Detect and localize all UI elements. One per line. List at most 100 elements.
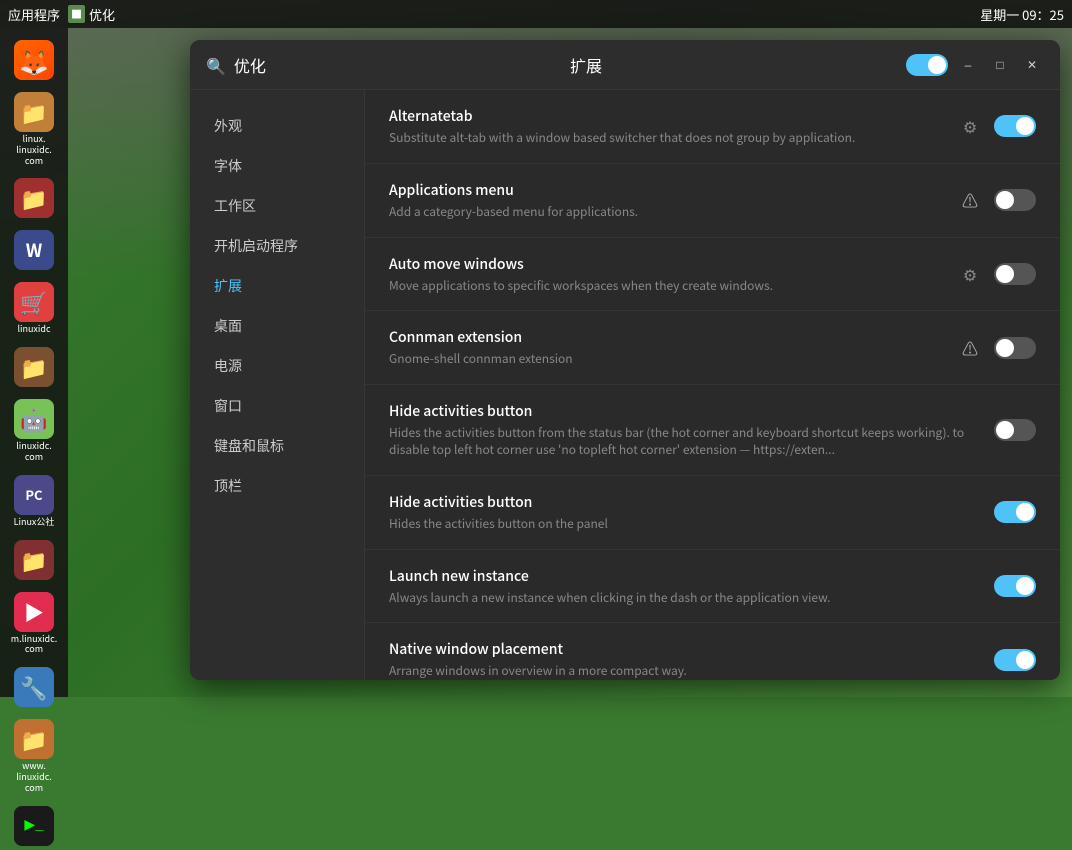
sidebar-item-fonts[interactable]: 字体 <box>190 146 364 186</box>
extension-connman-desc: Gnome-shell connman extension <box>389 351 940 368</box>
sidebar-item-extensions[interactable]: 扩展 <box>190 266 364 306</box>
sidebar-item-workspaces[interactable]: 工作区 <box>190 186 364 226</box>
search-icon[interactable]: 🔍 <box>206 53 226 77</box>
extension-launch-new-desc: Always launch a new instance when clicki… <box>389 590 978 607</box>
section-title: 扩展 <box>570 53 602 77</box>
terminal-icon: ▶_ <box>14 806 54 846</box>
sidebar-item-windows[interactable]: 窗口 <box>190 386 364 426</box>
dock-item-folder-www[interactable]: 📁 www.linuxidc.com <box>5 715 63 797</box>
global-toggle[interactable] <box>906 54 948 76</box>
window-controls: – □ ✕ <box>906 53 1044 77</box>
dock-item-pc[interactable]: PC Linux公社 <box>5 471 63 532</box>
dock-item-folder-red[interactable]: 📁 <box>5 174 63 222</box>
extension-launch-new-title: Launch new instance <box>389 566 978 586</box>
close-button[interactable]: ✕ <box>1020 53 1044 77</box>
optimize-label: 优化 <box>89 5 115 24</box>
restore-button[interactable]: □ <box>988 53 1012 77</box>
extension-alternatetab-controls: ⚙ <box>956 112 1036 140</box>
pc-icon: PC <box>14 475 54 515</box>
extension-native-window-desc: Arrange windows in overview in a more co… <box>389 663 978 680</box>
extension-hide-activities-2: Hide activities button Hides the activit… <box>365 476 1060 550</box>
extension-applications-menu-info: Applications menu Add a category-based m… <box>389 180 940 221</box>
datetime-display: 星期一 09：25 <box>980 5 1064 24</box>
dock-label-www: www.linuxidc.com <box>16 761 52 793</box>
dock-item-terminal[interactable]: ▶_ <box>5 802 63 850</box>
dock-item-linuxidc-store[interactable]: 🛒 linuxidc <box>5 278 63 339</box>
extension-auto-move-controls: ⚙ <box>956 260 1036 288</box>
dock-label-linux: linux.linuxidc.com <box>16 134 52 166</box>
snap-icon: ▶ <box>14 592 54 632</box>
main-window: 🔍 优化 扩展 – □ ✕ 外观 字体 工作区 开机启动程序 <box>190 40 1060 680</box>
sidebar-item-appearance[interactable]: 外观 <box>190 106 364 146</box>
extension-applications-menu-toggle[interactable] <box>994 189 1036 211</box>
application-dock: 🦊 📁 linux.linuxidc.com 📁 W 🛒 linuxidc 📁 … <box>0 28 68 697</box>
dock-item-snap[interactable]: ▶ m.linuxidc.com <box>5 588 63 660</box>
dock-label-android: linuxidc.com <box>16 441 52 463</box>
extension-launch-new-info: Launch new instance Always launch a new … <box>389 566 978 607</box>
dock-item-tool[interactable]: 🔧 <box>5 663 63 711</box>
optimize-icon: ■ <box>68 5 85 23</box>
tool-icon: 🔧 <box>14 667 54 707</box>
extension-launch-new-controls <box>994 575 1036 597</box>
dock-item-writer[interactable]: W <box>5 226 63 274</box>
center-title-area: 扩展 <box>266 53 906 77</box>
extension-launch-new-toggle[interactable] <box>994 575 1036 597</box>
extension-auto-move-desc: Move applications to specific workspaces… <box>389 278 940 295</box>
dock-item-folder-dark[interactable]: 📁 <box>5 343 63 391</box>
extension-alternatetab-toggle[interactable] <box>994 115 1036 137</box>
extension-hide-activities-2-desc: Hides the activities button on the panel <box>389 516 978 533</box>
extension-auto-move-info: Auto move windows Move applications to s… <box>389 254 940 295</box>
extension-auto-move-toggle[interactable] <box>994 263 1036 285</box>
window-title: 优化 <box>234 53 266 77</box>
dock-label-m-linuxidc: m.linuxidc.com <box>11 634 57 656</box>
extension-connman-info: Connman extension Gnome-shell connman ex… <box>389 327 940 368</box>
folder-maroon-icon: 📁 <box>14 540 54 580</box>
minimize-button[interactable]: – <box>956 53 980 77</box>
extension-native-window-controls <box>994 649 1036 671</box>
title-bar: 🔍 优化 扩展 – □ ✕ <box>190 40 1060 90</box>
extensions-content[interactable]: Alternatetab Substitute alt-tab with a w… <box>365 90 1060 680</box>
extension-connman: Connman extension Gnome-shell connman ex… <box>365 311 1060 385</box>
dock-label-linux-gongsha: Linux公社 <box>14 517 55 528</box>
dock-item-android[interactable]: 🤖 linuxidc.com <box>5 395 63 467</box>
sidebar-item-keyboard-mouse[interactable]: 键盘和鼠标 <box>190 426 364 466</box>
extension-auto-move: Auto move windows Move applications to s… <box>365 238 1060 312</box>
extension-connman-controls: ⚠ <box>956 334 1036 362</box>
dock-label-linuxidc: linuxidc <box>17 324 50 335</box>
extension-hide-activities-1: Hide activities button Hides the activit… <box>365 385 1060 476</box>
sidebar-item-startup[interactable]: 开机启动程序 <box>190 226 364 266</box>
extension-alternatetab: Alternatetab Substitute alt-tab with a w… <box>365 90 1060 164</box>
writer-icon: W <box>14 230 54 270</box>
extension-hide-activities-1-toggle[interactable] <box>994 419 1036 441</box>
folder-dark-icon: 📁 <box>14 347 54 387</box>
firefox-icon: 🦊 <box>14 40 54 80</box>
extension-alternatetab-info: Alternatetab Substitute alt-tab with a w… <box>389 106 940 147</box>
sidebar-navigation: 外观 字体 工作区 开机启动程序 扩展 桌面 电源 窗口 <box>190 90 365 680</box>
folder-red-icon: 📁 <box>14 178 54 218</box>
extension-native-window-toggle[interactable] <box>994 649 1036 671</box>
extension-connman-toggle[interactable] <box>994 337 1036 359</box>
warning-icon: ⚠ <box>956 334 984 362</box>
optimize-menu[interactable]: ■ 优化 <box>68 5 115 24</box>
dock-item-linux-linuxidc[interactable]: 📁 linux.linuxidc.com <box>5 88 63 170</box>
extension-hide-activities-2-title: Hide activities button <box>389 492 978 512</box>
extension-connman-title: Connman extension <box>389 327 940 347</box>
apps-menu[interactable]: 应用程序 <box>8 5 60 24</box>
extension-applications-menu: Applications menu Add a category-based m… <box>365 164 1060 238</box>
gear-icon[interactable]: ⚙ <box>956 112 984 140</box>
folder-orange3-icon: 📁 <box>14 719 54 759</box>
extension-applications-menu-title: Applications menu <box>389 180 940 200</box>
extension-auto-move-title: Auto move windows <box>389 254 940 274</box>
sidebar-item-topbar[interactable]: 顶栏 <box>190 466 364 506</box>
extension-hide-activities-2-toggle[interactable] <box>994 501 1036 523</box>
sidebar-item-desktop[interactable]: 桌面 <box>190 306 364 346</box>
gear-icon[interactable]: ⚙ <box>956 260 984 288</box>
android-icon: 🤖 <box>14 399 54 439</box>
top-bar-left: 应用程序 ■ 优化 <box>8 5 115 24</box>
sidebar-item-power[interactable]: 电源 <box>190 346 364 386</box>
extension-launch-new: Launch new instance Always launch a new … <box>365 550 1060 624</box>
extension-hide-activities-1-controls <box>994 419 1036 441</box>
window-body: 外观 字体 工作区 开机启动程序 扩展 桌面 电源 窗口 <box>190 90 1060 680</box>
dock-item-firefox[interactable]: 🦊 <box>5 36 63 84</box>
dock-item-folder-maroon[interactable]: 📁 <box>5 536 63 584</box>
